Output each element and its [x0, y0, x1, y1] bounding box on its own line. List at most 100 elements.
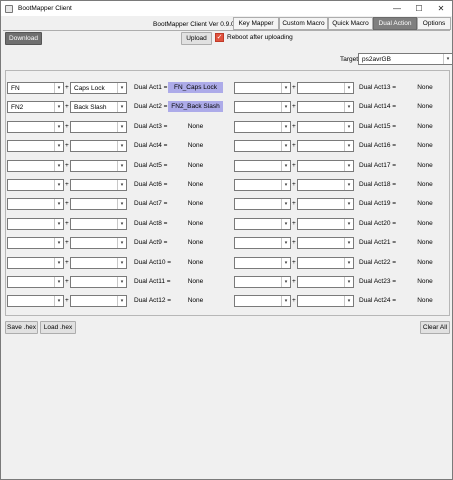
load-hex-button[interactable]: Load .hex — [40, 321, 76, 334]
chevron-down-icon: ▾ — [443, 54, 452, 64]
right-act-5-key2-select[interactable]: ▾ — [297, 160, 354, 172]
upload-button[interactable]: Upload — [181, 32, 212, 45]
save-hex-button[interactable]: Save .hex — [5, 321, 38, 334]
left-act-8-key1-select[interactable]: ▾ — [7, 218, 64, 230]
right-act-6-key1-select[interactable]: ▾ — [234, 179, 291, 191]
dual-act-value: FN2_Back Slash — [168, 101, 223, 112]
target-select[interactable]: ps2avrGB ▾ — [358, 53, 453, 65]
dual-act-value: None — [417, 162, 433, 169]
dual-act-label: Dual Act23 = — [359, 278, 397, 285]
reboot-checkbox[interactable]: ✓ — [215, 33, 224, 42]
left-act-12-key1-select[interactable]: ▾ — [7, 295, 64, 307]
chevron-down-icon: ▾ — [117, 83, 126, 93]
left-act-7-key1-select[interactable]: ▾ — [7, 198, 64, 210]
left-act-5-key1-select[interactable]: ▾ — [7, 160, 64, 172]
left-act-2-key1-select[interactable]: FN2 ▾ — [7, 101, 64, 113]
chevron-down-icon: ▾ — [54, 296, 63, 306]
dual-act-label: Dual Act3 = — [134, 123, 168, 130]
right-act-4-key1-select[interactable]: ▾ — [234, 140, 291, 152]
right-act-10-key2-select[interactable]: ▾ — [297, 257, 354, 269]
right-act-5-key1-select[interactable]: ▾ — [234, 160, 291, 172]
right-act-1-key1-select[interactable]: ▾ — [234, 82, 291, 94]
chevron-down-icon: ▾ — [281, 102, 290, 112]
right-act-2-key2-select[interactable]: ▾ — [297, 101, 354, 113]
left-act-11-key2-select[interactable]: ▾ — [70, 276, 127, 288]
chevron-down-icon: ▾ — [281, 180, 290, 190]
chevron-down-icon: ▾ — [117, 238, 126, 248]
right-act-1-key2-select[interactable]: ▾ — [297, 82, 354, 94]
right-act-8-key2-select[interactable]: ▾ — [297, 218, 354, 230]
right-act-2-key1-select[interactable]: ▾ — [234, 101, 291, 113]
left-act-9-key1-select[interactable]: ▾ — [7, 237, 64, 249]
dual-act-value: None — [417, 200, 433, 207]
left-act-12-key2-select[interactable]: ▾ — [70, 295, 127, 307]
tab-divider — [3, 30, 450, 31]
left-act-4-key1-select[interactable]: ▾ — [7, 140, 64, 152]
plus-sign: + — [65, 123, 69, 130]
tab-custom-macro[interactable]: Custom Macro — [279, 17, 328, 30]
dual-act-value: None — [417, 239, 433, 246]
tab-key-mapper[interactable]: Key Mapper — [233, 17, 279, 30]
right-act-8-key1-select[interactable]: ▾ — [234, 218, 291, 230]
right-act-11-key2-select[interactable]: ▾ — [297, 276, 354, 288]
left-act-3-key1-select[interactable]: ▾ — [7, 121, 64, 133]
selected-key: FN — [11, 84, 20, 92]
plus-sign: + — [65, 220, 69, 227]
left-act-6-key2-select[interactable]: ▾ — [70, 179, 127, 191]
right-act-12-key2-select[interactable]: ▾ — [297, 295, 354, 307]
right-act-7-key1-select[interactable]: ▾ — [234, 198, 291, 210]
left-act-1-key1-select[interactable]: FN ▾ — [7, 82, 64, 94]
right-act-9-key2-select[interactable]: ▾ — [297, 237, 354, 249]
left-act-8-key2-select[interactable]: ▾ — [70, 218, 127, 230]
right-act-9-key1-select[interactable]: ▾ — [234, 237, 291, 249]
left-act-10-key1-select[interactable]: ▾ — [7, 257, 64, 269]
right-act-6-key2-select[interactable]: ▾ — [297, 179, 354, 191]
left-act-9-key2-select[interactable]: ▾ — [70, 237, 127, 249]
dual-act-value: None — [187, 220, 204, 227]
left-act-4-key2-select[interactable]: ▾ — [70, 140, 127, 152]
dual-act-value: None — [417, 142, 433, 149]
right-act-11-key1-select[interactable]: ▾ — [234, 276, 291, 288]
chevron-down-icon: ▾ — [54, 102, 63, 112]
left-act-5-key2-select[interactable]: ▾ — [70, 160, 127, 172]
right-act-7-key2-select[interactable]: ▾ — [297, 198, 354, 210]
plus-sign: + — [292, 181, 296, 188]
tab-dual-action[interactable]: Dual Action — [373, 17, 417, 30]
dual-act-label: Dual Act21 = — [359, 239, 397, 246]
chevron-down-icon: ▾ — [281, 161, 290, 171]
plus-sign: + — [65, 181, 69, 188]
left-act-6-key1-select[interactable]: ▾ — [7, 179, 64, 191]
right-act-10-key1-select[interactable]: ▾ — [234, 257, 291, 269]
left-act-10-key2-select[interactable]: ▾ — [70, 257, 127, 269]
left-act-3-key2-select[interactable]: ▾ — [70, 121, 127, 133]
dual-act-label: Dual Act8 = — [134, 220, 168, 227]
minimize-icon[interactable]: — — [386, 1, 408, 16]
plus-sign: + — [292, 259, 296, 266]
chevron-down-icon: ▾ — [281, 122, 290, 132]
left-act-11-key1-select[interactable]: ▾ — [7, 276, 64, 288]
app-window: BootMapper Client — ☐ ✕ BootMapper Clien… — [0, 0, 453, 480]
right-act-12-key1-select[interactable]: ▾ — [234, 295, 291, 307]
right-act-4-key2-select[interactable]: ▾ — [297, 140, 354, 152]
close-icon[interactable]: ✕ — [430, 1, 452, 16]
right-act-3-key2-select[interactable]: ▾ — [297, 121, 354, 133]
dual-act-label: Dual Act6 = — [134, 181, 168, 188]
plus-sign: + — [292, 278, 296, 285]
dual-act-value: None — [187, 259, 204, 266]
left-act-7-key2-select[interactable]: ▾ — [70, 198, 127, 210]
chevron-down-icon: ▾ — [344, 219, 353, 229]
dual-act-label: Dual Act2 = — [134, 103, 168, 110]
download-button[interactable]: Download — [5, 32, 42, 45]
left-act-2-key2-select[interactable]: Back Slash ▾ — [70, 101, 127, 113]
tab-options[interactable]: Options — [417, 17, 451, 30]
dual-act-value: None — [187, 162, 204, 169]
clear-all-button[interactable]: Clear All — [420, 321, 450, 334]
left-act-1-key2-select[interactable]: Caps Lock ▾ — [70, 82, 127, 94]
tab-quick-macro[interactable]: Quick Macro — [328, 17, 373, 30]
plus-sign: + — [292, 297, 296, 304]
plus-sign: + — [65, 297, 69, 304]
right-act-3-key1-select[interactable]: ▾ — [234, 121, 291, 133]
plus-sign: + — [65, 259, 69, 266]
chevron-down-icon: ▾ — [54, 180, 63, 190]
maximize-icon[interactable]: ☐ — [408, 1, 430, 16]
